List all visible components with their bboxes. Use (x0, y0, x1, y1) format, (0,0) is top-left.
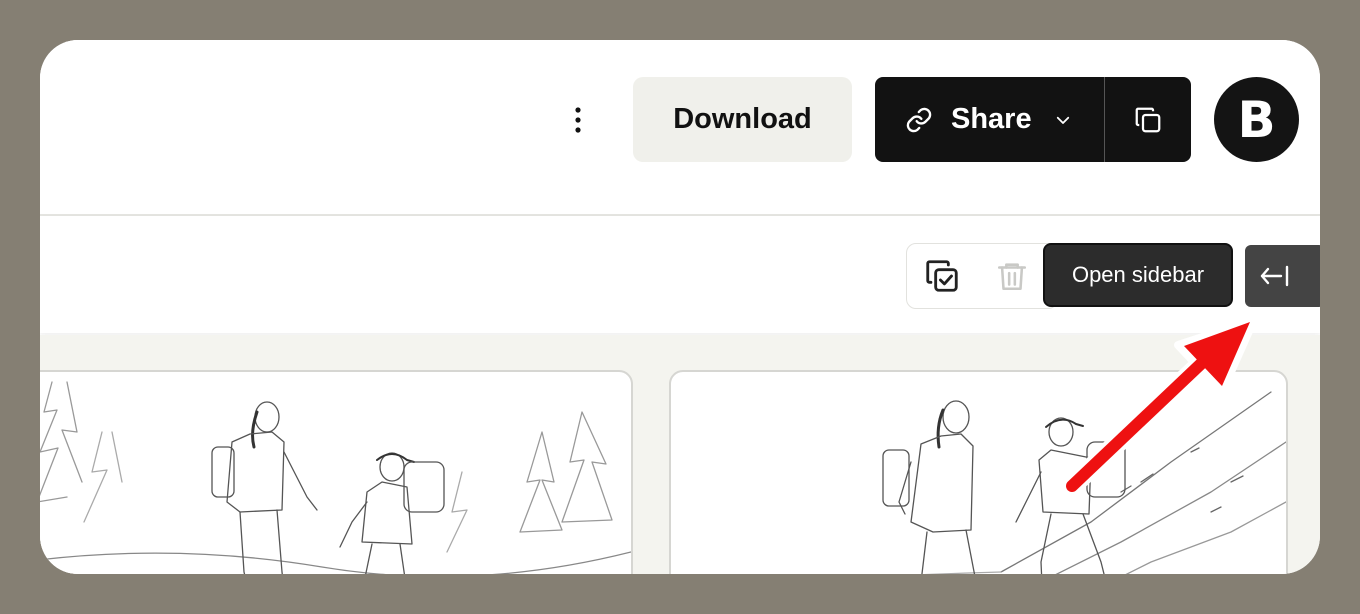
app-window: Download Share B Open sidebar (40, 40, 1320, 574)
top-bar: Download Share B (40, 40, 1320, 216)
trash-icon[interactable] (989, 254, 1035, 298)
link-icon (906, 107, 932, 132)
share-label: Share (951, 103, 1032, 135)
gallery (40, 335, 1320, 574)
download-button[interactable]: Download (633, 77, 852, 162)
more-vertical-icon[interactable] (562, 104, 594, 136)
avatar[interactable]: B (1214, 77, 1299, 162)
open-sidebar-tooltip: Open sidebar (1043, 243, 1233, 307)
share-button[interactable]: Share (875, 77, 1105, 162)
share-button-group: Share (875, 77, 1191, 162)
open-sidebar-icon (1260, 265, 1289, 287)
select-all-icon[interactable] (919, 254, 965, 298)
selection-tools (906, 243, 1058, 309)
open-sidebar-button[interactable] (1245, 245, 1320, 307)
sketch-image-1[interactable] (40, 370, 633, 574)
chevron-down-icon[interactable] (1054, 111, 1072, 129)
image-toolbar: Open sidebar (40, 216, 1320, 333)
sketch-image-2[interactable] (669, 370, 1288, 574)
copy-icon (1135, 107, 1161, 132)
copy-button[interactable] (1105, 77, 1191, 162)
